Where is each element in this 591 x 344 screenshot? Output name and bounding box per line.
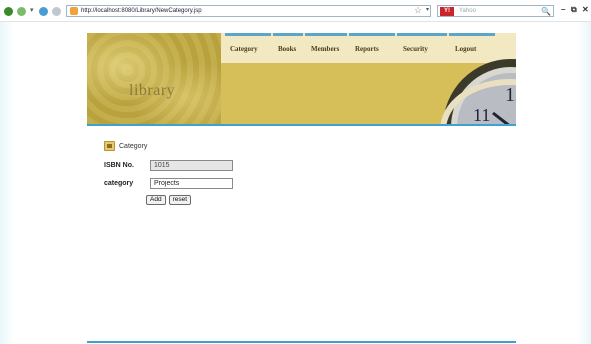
search-icon[interactable]: 🔍 [541, 7, 551, 16]
back-icon[interactable] [4, 7, 13, 16]
reset-button[interactable]: reset [168, 195, 192, 205]
form-buttons: Add reset [146, 195, 192, 205]
section-header: Category [104, 140, 147, 152]
logo-panel: library [87, 33, 221, 126]
footer-divider [87, 341, 516, 343]
clock-numeral-12: 12 [505, 84, 516, 106]
bookmark-star-icon[interactable]: ☆ [414, 5, 422, 16]
clock-numeral-11: 11 [473, 105, 490, 125]
site-favicon-icon [70, 7, 78, 15]
menu-item-category[interactable]: Category [230, 45, 258, 53]
menu-item-security[interactable]: Security [403, 45, 428, 53]
menu-item-members[interactable]: Members [311, 45, 339, 53]
menu-item-reports[interactable]: Reports [355, 45, 379, 53]
forward-icon[interactable] [17, 7, 26, 16]
decorative-edge-right [577, 20, 591, 344]
category-field[interactable] [150, 178, 233, 189]
search-input[interactable]: Yahoo [459, 8, 476, 14]
address-bar[interactable]: http://localhost:8080/Library/NewCategor… [66, 5, 431, 17]
history-dropdown-icon[interactable]: ▾ [30, 6, 34, 14]
close-icon[interactable]: ✕ [582, 5, 589, 14]
address-url[interactable]: http://localhost:8080/Library/NewCategor… [81, 8, 202, 14]
browser-toolbar: ▾ http://localhost:8080/Library/NewCateg… [0, 0, 591, 22]
menu-tab-accent [349, 33, 395, 36]
menu-tab-accent [305, 33, 347, 36]
search-provider-icon[interactable]: Y! [440, 6, 454, 16]
menu-item-books[interactable]: Books [278, 45, 296, 53]
decorative-edge-left [0, 20, 14, 344]
menu-tab-accent [225, 33, 271, 36]
isbn-field[interactable] [150, 160, 233, 171]
category-label: category [104, 180, 134, 187]
category-form: Category ISBN No. category Add reset [104, 140, 304, 210]
address-dropdown-icon[interactable]: ▾ [426, 6, 429, 13]
add-button[interactable]: Add [146, 195, 166, 205]
isbn-row: ISBN No. [104, 160, 233, 171]
menu-tab-accent [449, 33, 495, 36]
menu-tab-accent [273, 33, 303, 36]
minimize-icon[interactable]: – [561, 5, 565, 14]
restore-icon[interactable]: ⧉ [571, 5, 577, 15]
site-logo: library [129, 82, 176, 99]
section-title: Category [119, 142, 148, 150]
isbn-label: ISBN No. [104, 162, 134, 169]
banner-divider [87, 124, 516, 126]
site-banner: library Category Books Members Reports S… [87, 33, 516, 126]
stop-icon[interactable] [52, 7, 61, 16]
clock-illustration: 12 11 1 2 [440, 59, 516, 126]
search-box[interactable]: Y! Yahoo 🔍 [437, 5, 554, 17]
category-icon [104, 141, 115, 151]
reload-icon[interactable] [39, 7, 48, 16]
banner-image: Category Books Members Reports Security … [221, 33, 516, 126]
category-row: category [104, 178, 233, 189]
menu-tab-accent [397, 33, 447, 36]
